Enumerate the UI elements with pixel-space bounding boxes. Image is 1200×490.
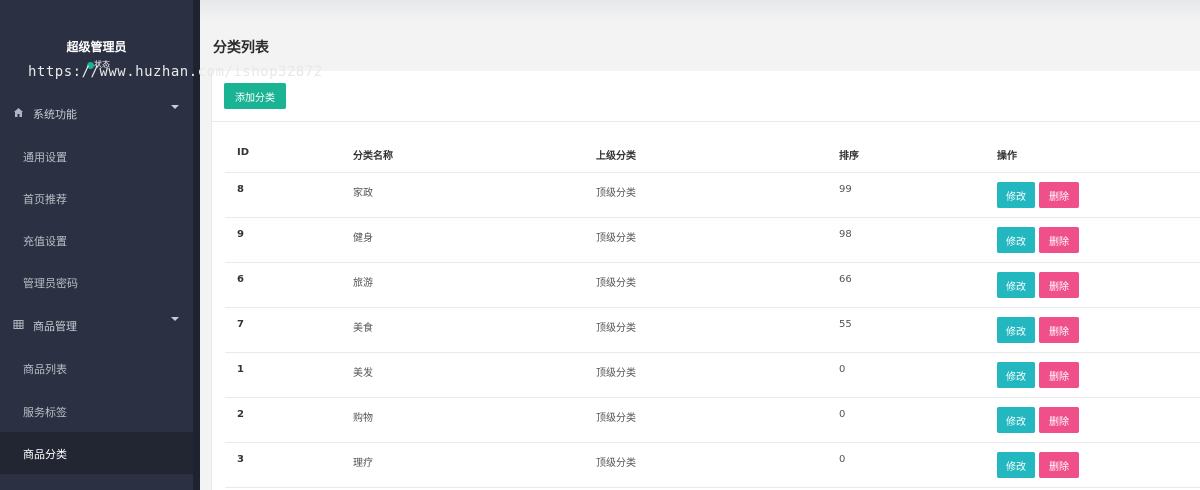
nav-group-system[interactable]: 系统功能 bbox=[0, 92, 193, 134]
cell-sort: 99 bbox=[839, 184, 852, 195]
cell-name: 购物 bbox=[353, 413, 373, 424]
sidebar-item-label: 通用设置 bbox=[23, 151, 67, 164]
cell-id: 3 bbox=[237, 454, 244, 465]
page-header: 分类列表 bbox=[200, 0, 1200, 70]
sidebar-item-label: 服务标签 bbox=[23, 406, 67, 419]
watermark-url: https://www.huzhan.com/ishop32872 bbox=[28, 64, 323, 80]
edit-button[interactable]: 修改 bbox=[997, 362, 1035, 388]
table-row: 8 家政 顶级分类 99 修改 删除 bbox=[225, 173, 1200, 218]
delete-button[interactable]: 删除 bbox=[1039, 317, 1079, 343]
edit-button[interactable]: 修改 bbox=[997, 407, 1035, 433]
table-row: 6 旅游 顶级分类 66 修改 删除 bbox=[225, 263, 1200, 308]
cell-sort: 55 bbox=[839, 319, 852, 330]
edit-button[interactable]: 修改 bbox=[997, 227, 1035, 253]
column-header-sort: 排序 bbox=[839, 151, 859, 162]
caret-down-icon bbox=[171, 317, 179, 321]
edit-button[interactable]: 修改 bbox=[997, 452, 1035, 478]
cell-sort: 0 bbox=[839, 454, 846, 465]
nav-group-label: 系统功能 bbox=[33, 108, 77, 121]
cell-id: 7 bbox=[237, 319, 244, 330]
column-header-parent: 上级分类 bbox=[596, 151, 636, 162]
cell-parent: 顶级分类 bbox=[596, 233, 636, 244]
cell-name: 家政 bbox=[353, 188, 373, 199]
edit-button[interactable]: 修改 bbox=[997, 317, 1035, 343]
cell-name: 美发 bbox=[353, 368, 373, 379]
home-icon bbox=[13, 107, 24, 118]
table-row: 2 购物 顶级分类 0 修改 删除 bbox=[225, 398, 1200, 443]
cell-parent: 顶级分类 bbox=[596, 458, 636, 469]
column-header-actions: 操作 bbox=[997, 151, 1017, 162]
add-category-button[interactable]: 添加分类 bbox=[224, 83, 286, 109]
admin-name[interactable]: 超级管理员 bbox=[0, 38, 193, 55]
column-header-id: ID bbox=[237, 147, 250, 158]
delete-button[interactable]: 删除 bbox=[1039, 182, 1079, 208]
cell-parent: 顶级分类 bbox=[596, 188, 636, 199]
cell-sort: 0 bbox=[839, 364, 846, 375]
sidebar-item-product-list[interactable]: 商品列表 bbox=[0, 347, 193, 389]
table-row: 3 理疗 顶级分类 0 修改 删除 bbox=[225, 443, 1200, 488]
sidebar-item-home-recommend[interactable]: 首页推荐 bbox=[0, 177, 193, 219]
page-title: 分类列表 bbox=[213, 40, 269, 56]
delete-button[interactable]: 删除 bbox=[1039, 227, 1079, 253]
cell-sort: 98 bbox=[839, 229, 852, 240]
sidebar-item-label: 商品分类 bbox=[23, 448, 67, 461]
cell-name: 旅游 bbox=[353, 278, 373, 289]
table-icon bbox=[13, 319, 24, 330]
toolbar: 添加分类 bbox=[212, 71, 1200, 122]
cell-name: 理疗 bbox=[353, 458, 373, 469]
sidebar-item-admin-password[interactable]: 管理员密码 bbox=[0, 261, 193, 303]
cell-parent: 顶级分类 bbox=[596, 323, 636, 334]
cell-id: 2 bbox=[237, 409, 244, 420]
table-row: 1 美发 顶级分类 0 修改 删除 bbox=[225, 353, 1200, 398]
cell-id: 8 bbox=[237, 184, 244, 195]
sidebar-item-product-category[interactable]: 商品分类 bbox=[0, 432, 193, 474]
edit-button[interactable]: 修改 bbox=[997, 272, 1035, 298]
delete-button[interactable]: 删除 bbox=[1039, 272, 1079, 298]
cell-parent: 顶级分类 bbox=[596, 368, 636, 379]
category-table: ID 分类名称 上级分类 排序 操作 8 家政 顶级分类 99 修改 删除 9 … bbox=[225, 123, 1200, 488]
delete-button[interactable]: 删除 bbox=[1039, 407, 1079, 433]
table-header: ID 分类名称 上级分类 排序 操作 bbox=[225, 123, 1200, 173]
table-row: 7 美食 顶级分类 55 修改 删除 bbox=[225, 308, 1200, 353]
table-row: 9 健身 顶级分类 98 修改 删除 bbox=[225, 218, 1200, 263]
cell-sort: 0 bbox=[839, 409, 846, 420]
column-header-name: 分类名称 bbox=[353, 151, 393, 162]
cell-name: 健身 bbox=[353, 233, 373, 244]
cell-parent: 顶级分类 bbox=[596, 413, 636, 424]
content-panel: 添加分类 ID 分类名称 上级分类 排序 操作 8 家政 顶级分类 99 修改 … bbox=[211, 71, 1200, 490]
cell-id: 9 bbox=[237, 229, 244, 240]
sidebar-item-service-tags[interactable]: 服务标签 bbox=[0, 390, 193, 432]
cell-id: 1 bbox=[237, 364, 244, 375]
sidebar-item-label: 管理员密码 bbox=[23, 277, 78, 290]
nav-group-products[interactable]: 商品管理 bbox=[0, 304, 193, 346]
cell-parent: 顶级分类 bbox=[596, 278, 636, 289]
caret-down-icon bbox=[171, 105, 179, 109]
delete-button[interactable]: 删除 bbox=[1039, 452, 1079, 478]
cell-id: 6 bbox=[237, 274, 244, 285]
edit-button[interactable]: 修改 bbox=[997, 182, 1035, 208]
delete-button[interactable]: 删除 bbox=[1039, 362, 1079, 388]
sidebar-item-recharge-settings[interactable]: 充值设置 bbox=[0, 219, 193, 261]
sidebar-item-label: 商品列表 bbox=[23, 363, 67, 376]
sidebar-item-label: 首页推荐 bbox=[23, 193, 67, 206]
sidebar-item-general-settings[interactable]: 通用设置 bbox=[0, 135, 193, 177]
cell-sort: 66 bbox=[839, 274, 852, 285]
cell-name: 美食 bbox=[353, 323, 373, 334]
nav-group-label: 商品管理 bbox=[33, 320, 77, 333]
sidebar-item-label: 充值设置 bbox=[23, 235, 67, 248]
